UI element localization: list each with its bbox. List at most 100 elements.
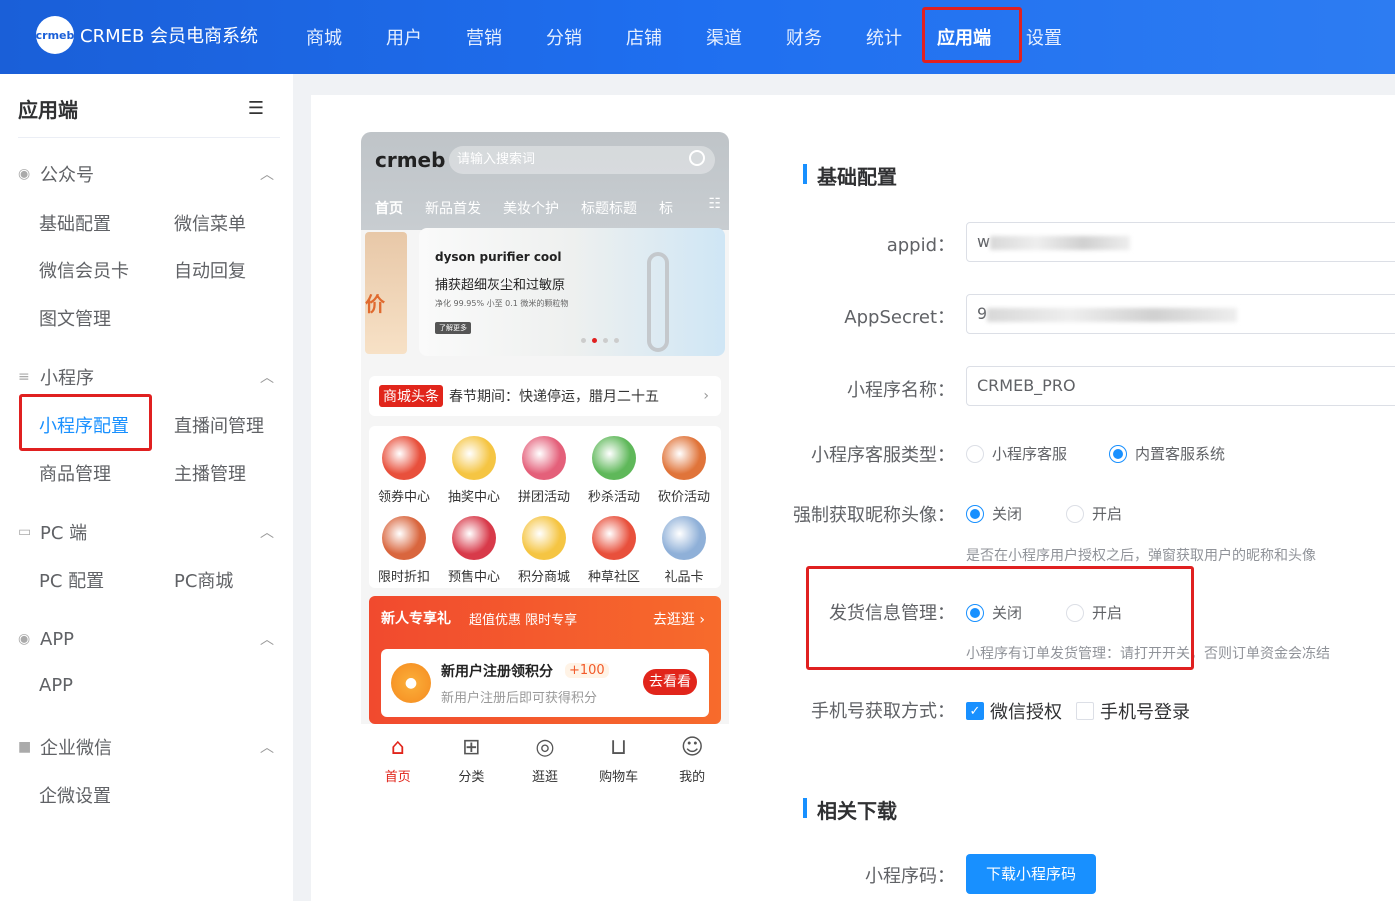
promo-more-link[interactable]: 去逛逛 ›	[653, 609, 705, 629]
topnav-mall[interactable]: 商城	[284, 0, 364, 74]
app-logo[interactable]: crmeb CRMEB 会员电商系统	[36, 16, 258, 54]
sidebar-group-mini[interactable]: ≡ 小程序 ︿	[18, 362, 280, 392]
tabbar-explore[interactable]: ◎ 逛逛	[508, 724, 582, 802]
menu-fold-icon[interactable]: ☰	[248, 98, 264, 119]
activity-icon	[382, 436, 426, 480]
force-avatar-label: 强制获取昵称头像：	[793, 505, 955, 526]
phone-search-bar[interactable]: 请输入搜索词	[449, 146, 715, 174]
topnav-stats[interactable]: 统计	[844, 0, 924, 74]
sidebar-group-gzh[interactable]: ◉ 公众号 ︿	[18, 159, 280, 189]
briefcase-icon: ■	[18, 739, 32, 755]
banner-dots	[581, 338, 619, 343]
icon-grid-label: 种草社区	[587, 570, 640, 585]
section-title-basic: 基础配置	[803, 161, 897, 190]
download-qrcode-button[interactable]: 下载小程序码	[966, 854, 1096, 894]
icon-grid-label: 秒杀活动	[587, 490, 640, 505]
sidebar-item-wx-card[interactable]: 微信会员卡	[39, 257, 129, 283]
sidebar-item-pc-config[interactable]: PC 配置	[39, 567, 104, 593]
appid-input[interactable]: w	[966, 222, 1395, 262]
radio-circle	[966, 504, 984, 523]
icon-grid-item[interactable]: 拼团活动	[509, 436, 579, 505]
topnav-distribution[interactable]: 分销	[524, 0, 604, 74]
sidebar-item-article[interactable]: 图文管理	[39, 305, 111, 331]
category-grid-icon[interactable]: ☷	[708, 196, 721, 212]
checkbox-checked: ✓	[966, 702, 984, 720]
tabbar-cart[interactable]: ⊔ 购物车	[582, 724, 656, 802]
shipping-off[interactable]: 关闭	[966, 602, 1022, 623]
phone-tab[interactable]: 美妆个护	[503, 198, 559, 218]
sidebar-item-live-room[interactable]: 直播间管理	[174, 412, 264, 438]
phone-tab[interactable]: 标题标题	[581, 198, 637, 218]
sidebar-item-pc-mall[interactable]: PC商城	[174, 567, 233, 593]
checkbox-label: 微信授权	[990, 702, 1062, 723]
radio-circle	[966, 603, 984, 622]
appsecret-input[interactable]: 9	[966, 294, 1395, 334]
phone-news-bar[interactable]: 商城头条 春节期间：快递停运，腊月二十五 ›	[369, 376, 721, 416]
activity-icon	[592, 516, 636, 560]
icon-grid-item[interactable]: 秒杀活动	[579, 436, 649, 505]
sidebar-item-wx-menu[interactable]: 微信菜单	[174, 210, 246, 236]
promo-card-button[interactable]: 去看看	[643, 669, 697, 695]
activity-icon	[662, 516, 706, 560]
topnav-settings[interactable]: 设置	[1004, 0, 1084, 74]
phone-opt-mobile[interactable]: 手机号登录	[1076, 698, 1190, 724]
shipping-on[interactable]: 开启	[1066, 602, 1122, 623]
sidebar-item-anchor[interactable]: 主播管理	[174, 460, 246, 486]
news-text: 春节期间：快递停运，腊月二十五	[449, 389, 659, 405]
phone-opt-wechat[interactable]: ✓ 微信授权	[966, 698, 1062, 724]
mini-name-input[interactable]: CRMEB_PRO	[966, 366, 1395, 406]
sidebar-group-app[interactable]: ◉ APP ︿	[18, 624, 280, 654]
sidebar-item-app[interactable]: APP	[39, 675, 73, 696]
sidebar-item-auto-reply[interactable]: 自动回复	[174, 257, 246, 283]
radio-label: 开启	[1092, 604, 1123, 622]
chevron-up-icon: ︿	[260, 632, 274, 648]
app-icon: ◉	[18, 631, 31, 647]
sidebar-group-label: APP	[40, 628, 75, 650]
banner-button: 了解更多	[435, 322, 471, 334]
phone-tab[interactable]: 标	[659, 198, 673, 218]
phone-banner[interactable]: dyson purifier cool 捕获超细灰尘和过敏原 净化 99.95%…	[419, 228, 725, 356]
promo-card: ● 新用户注册领积分 +100 新用户注册后即可获得积分 去看看	[381, 649, 709, 717]
topnav-user[interactable]: 用户	[364, 0, 444, 74]
icon-grid-item[interactable]: 抽奖中心	[439, 436, 509, 505]
activity-icon	[662, 436, 706, 480]
icon-grid-item[interactable]: 预售中心	[439, 516, 509, 585]
icon-grid-label: 砍价活动	[657, 490, 710, 505]
topnav-finance[interactable]: 财务	[764, 0, 844, 74]
compass-icon: ◎	[535, 735, 555, 760]
icon-grid-item[interactable]: 砍价活动	[649, 436, 719, 505]
phone-promo: 新人专享礼 超值优惠 限时专享 去逛逛 › ● 新用户注册领积分 +100 新用…	[369, 596, 721, 724]
sidebar-item-basic-config[interactable]: 基础配置	[39, 210, 111, 236]
topnav-app[interactable]: 应用端	[924, 0, 1004, 74]
sidebar-header: 应用端 ☰	[18, 94, 280, 138]
phone-tabbar: ⌂ 首页 ⊞ 分类 ◎ 逛逛 ⊔ 购物车 ☺ 我的	[361, 724, 729, 802]
appid-value: w	[977, 232, 991, 251]
icon-grid-item[interactable]: 种草社区	[579, 516, 649, 585]
service-opt-builtin[interactable]: 内置客服系统	[1109, 443, 1225, 464]
sidebar-item-goods[interactable]: 商品管理	[39, 460, 111, 486]
service-type-label: 小程序客服类型：	[811, 445, 955, 466]
phone-icon-grid: 领券中心 抽奖中心 拼团活动 秒杀活动 砍价活动限时折扣 预售中心 积分商城 种草社区 礼品卡	[369, 426, 721, 588]
sidebar-item-wecom-settings[interactable]: 企微设置	[39, 782, 111, 808]
force-off[interactable]: 关闭	[966, 503, 1022, 524]
sidebar-item-mini-config[interactable]: 小程序配置	[39, 412, 129, 438]
tabbar-home[interactable]: ⌂ 首页	[361, 724, 435, 802]
search-icon	[689, 150, 705, 166]
topnav-marketing[interactable]: 营销	[444, 0, 524, 74]
icon-grid-item[interactable]: 限时折扣	[369, 516, 439, 585]
icon-grid-item[interactable]: 礼品卡	[649, 516, 719, 585]
icon-grid-label: 抽奖中心	[447, 490, 500, 505]
phone-tab[interactable]: 首页	[375, 198, 403, 218]
topnav-channel[interactable]: 渠道	[684, 0, 764, 74]
force-on[interactable]: 开启	[1066, 503, 1122, 524]
phone-tab[interactable]: 新品首发	[425, 198, 481, 218]
tabbar-mine[interactable]: ☺ 我的	[655, 724, 729, 802]
sidebar-group-pc[interactable]: ▭ PC 端 ︿	[18, 517, 280, 547]
service-opt-mini[interactable]: 小程序客服	[966, 443, 1067, 464]
promo-title: 新人专享礼	[381, 611, 451, 627]
icon-grid-item[interactable]: 积分商城	[509, 516, 579, 585]
tabbar-category[interactable]: ⊞ 分类	[435, 724, 509, 802]
icon-grid-item[interactable]: 领券中心	[369, 436, 439, 505]
topnav-store[interactable]: 店铺	[604, 0, 684, 74]
sidebar-group-wecom[interactable]: ■ 企业微信 ︿	[18, 732, 280, 762]
